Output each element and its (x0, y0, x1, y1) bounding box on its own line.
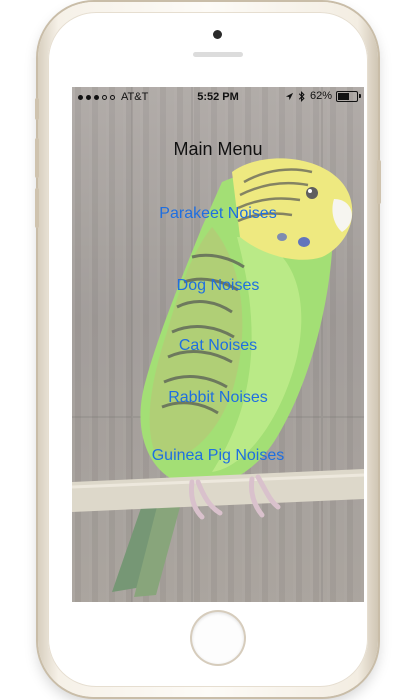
menu-item-cat-noises[interactable]: Cat Noises (72, 337, 364, 355)
volume-down-button (35, 188, 39, 228)
location-arrow-icon (285, 92, 294, 100)
battery-percent: 62% (309, 90, 332, 102)
home-button[interactable] (192, 612, 244, 664)
front-camera-icon (213, 30, 222, 39)
volume-up-button (35, 138, 39, 178)
page-title: Main Menu (173, 139, 263, 159)
bluetooth-icon (298, 90, 305, 102)
status-bar: AT&T 5:52 PM 62% (72, 87, 364, 107)
status-indicators: 62% (285, 90, 361, 102)
menu-item-dog-noises[interactable]: Dog Noises (72, 277, 364, 295)
menu-item-parakeet-noises[interactable]: Parakeet Noises (72, 205, 364, 223)
battery-icon (336, 90, 361, 102)
menu-item-guinea-pig-noises[interactable]: Guinea Pig Noises (72, 447, 364, 465)
menu-item-rabbit-noises[interactable]: Rabbit Noises (72, 389, 364, 407)
power-button (377, 160, 381, 204)
earpiece-speaker (193, 52, 243, 57)
mute-switch (35, 98, 39, 120)
app-screen: AT&T 5:52 PM 62% Main Menu Parakeet Nois… (72, 87, 364, 602)
